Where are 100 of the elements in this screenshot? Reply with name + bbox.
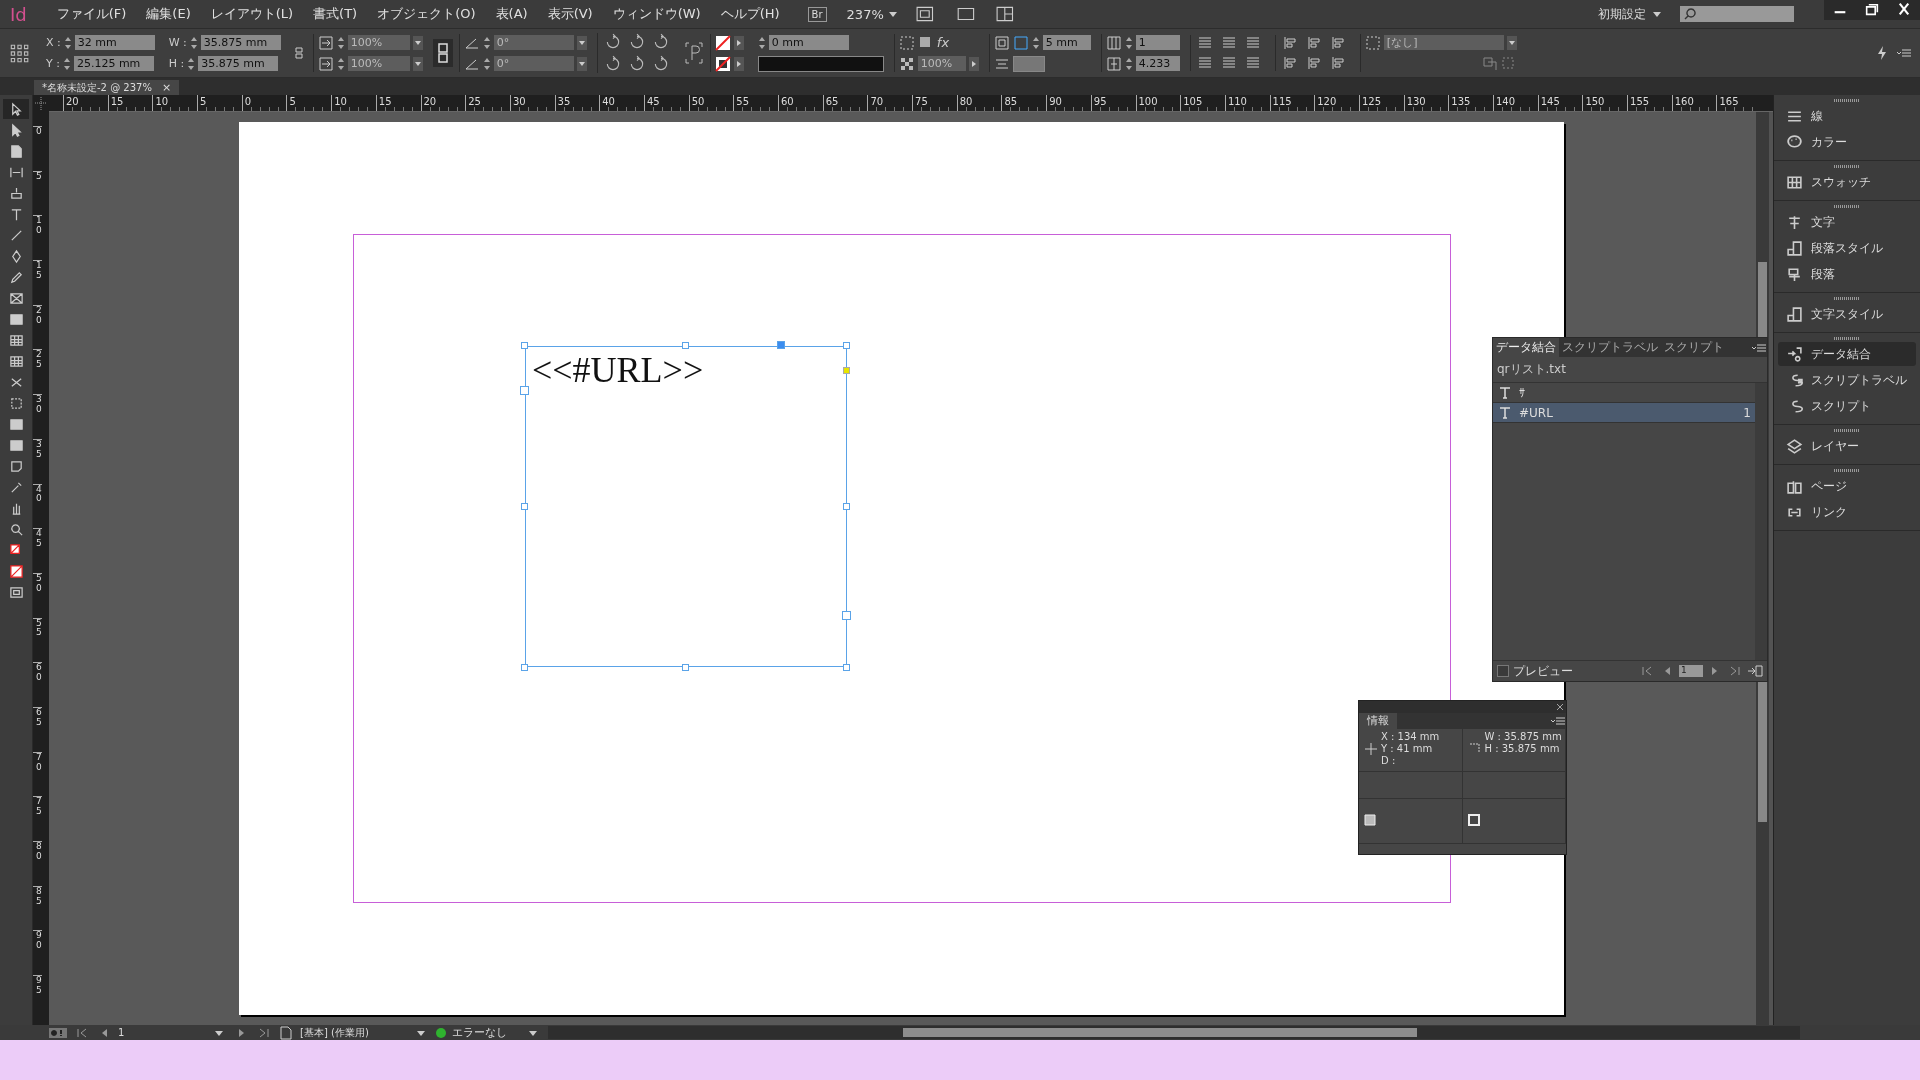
object-align-icon[interactable] — [1329, 55, 1346, 71]
position-field[interactable]: 25.125 mm — [73, 56, 154, 71]
preflight-dropdown[interactable]: エラーなし — [452, 1025, 522, 1040]
object-align-icon[interactable] — [1281, 35, 1298, 51]
object-align-icon[interactable] — [1281, 55, 1298, 71]
text-align-icon[interactable] — [1196, 35, 1213, 51]
panel-tab[interactable]: データ結合 — [1493, 338, 1559, 357]
menu-item[interactable]: レイアウト(L) — [200, 5, 304, 23]
no-fill-swatch-icon[interactable] — [714, 34, 731, 51]
grip-icon[interactable] — [1834, 297, 1860, 300]
effects-button[interactable]: fx — [936, 35, 950, 50]
panel-button[interactable]: 文字スタイル — [1778, 302, 1916, 326]
create-merged-document-icon[interactable] — [1747, 663, 1763, 679]
document-icon[interactable] — [278, 1024, 294, 1041]
resize-handle[interactable] — [521, 664, 528, 671]
object-style-dropdown[interactable]: [なし] — [1383, 35, 1504, 50]
frame-fit-icon[interactable] — [898, 34, 915, 51]
spinner-arrows-icon[interactable] — [757, 35, 766, 50]
spinner-arrows-icon[interactable] — [189, 35, 198, 50]
panel-button[interactable]: 文字 — [1778, 210, 1916, 234]
panel-button[interactable]: 線 — [1778, 104, 1916, 128]
spinner-arrows-icon[interactable] — [63, 35, 72, 50]
spinner-arrows-icon[interactable] — [1124, 56, 1133, 71]
workspace-dropdown[interactable]: 初期設定 — [1598, 5, 1646, 23]
no-stroke-swatch-icon[interactable] — [714, 55, 731, 72]
panel-tab[interactable]: スクリプト — [1661, 338, 1727, 357]
text-frame-inset-icon[interactable] — [993, 34, 1010, 51]
scrollbar-thumb[interactable] — [903, 1028, 1417, 1037]
grip-icon[interactable] — [1834, 205, 1860, 208]
reference-point-icon[interactable] — [8, 42, 30, 64]
panel-button[interactable]: スクリプト — [1778, 394, 1916, 418]
text-align-icon[interactable] — [1196, 55, 1213, 71]
dropdown-arrow-icon[interactable] — [887, 9, 898, 19]
spinner-arrows-icon[interactable] — [482, 56, 491, 71]
resize-handle[interactable] — [521, 342, 528, 349]
spinner-arrows-icon[interactable] — [187, 56, 196, 71]
document-tab[interactable]: *名称未設定-2 @ 237% × — [34, 80, 180, 95]
panel-button[interactable]: リンク — [1778, 500, 1916, 524]
size-field[interactable]: 35.875 mm — [198, 56, 279, 71]
size-field[interactable]: 35.875 mm — [200, 35, 281, 50]
corner-shape-dropdown[interactable] — [1012, 55, 1045, 72]
page-number-field[interactable]: 1 — [118, 1027, 208, 1038]
preview-checkbox[interactable] — [1497, 665, 1509, 677]
menu-item[interactable]: ヘルプ(H) — [710, 5, 790, 23]
record-field[interactable]: 1 — [1679, 665, 1703, 677]
resize-handle[interactable] — [521, 503, 528, 510]
gutter-field[interactable]: 4.233 — [1135, 56, 1180, 71]
dropdown-arrow-icon[interactable] — [1652, 9, 1662, 19]
stroke-weight-field[interactable]: 0 mm — [768, 35, 849, 50]
spinner-arrows-icon[interactable] — [482, 35, 491, 50]
position-field[interactable]: 32 mm — [74, 35, 155, 50]
menu-item[interactable]: オブジェクト(O) — [367, 5, 486, 23]
object-align-icon[interactable] — [1305, 35, 1322, 51]
object-align-icon[interactable] — [1305, 55, 1322, 71]
clear-overrides-icon[interactable] — [1481, 55, 1498, 72]
in-port[interactable] — [520, 386, 529, 395]
menu-item[interactable]: 表(A) — [485, 5, 538, 23]
grip-icon[interactable] — [1834, 99, 1860, 102]
zoom-dropdown[interactable]: 237% — [846, 6, 884, 22]
frame-handle[interactable] — [777, 341, 785, 349]
search-field[interactable] — [1680, 6, 1794, 22]
panel-button[interactable]: 段落 — [1778, 262, 1916, 286]
object-align-icon[interactable] — [1329, 35, 1346, 51]
bracket-p-icon[interactable] — [683, 41, 704, 65]
text-align-icon[interactable] — [1244, 35, 1261, 51]
text-align-icon[interactable] — [1220, 55, 1237, 71]
tool-button[interactable] — [3, 99, 29, 119]
panel-button[interactable]: データ結合 — [1778, 342, 1916, 366]
spinner-arrows-icon[interactable] — [62, 56, 71, 71]
spinner-arrows-icon[interactable] — [336, 56, 345, 71]
panel-tab[interactable]: 情報 — [1359, 713, 1397, 729]
profile-dropdown[interactable]: [基本] (作業用) — [300, 1025, 410, 1040]
stroke-type-dropdown[interactable] — [757, 55, 884, 72]
panel-button[interactable]: スクリプトラベル — [1778, 368, 1916, 392]
grip-icon[interactable] — [1834, 165, 1860, 168]
panel-button[interactable]: カラー — [1778, 130, 1916, 154]
text-frame[interactable]: <<#URL>> — [525, 346, 847, 667]
menu-item[interactable]: 表示(V) — [537, 5, 603, 23]
resize-handle[interactable] — [682, 342, 689, 349]
grip-icon[interactable] — [1834, 429, 1860, 432]
offset-field[interactable]: 5 mm — [1042, 35, 1091, 50]
menu-item[interactable]: ウィンドウ(W) — [602, 5, 711, 23]
panel-tab[interactable]: スクリプトラベル — [1559, 338, 1661, 357]
grip-icon[interactable] — [1834, 337, 1860, 340]
spinner-arrows-icon[interactable] — [1031, 35, 1040, 50]
spinner-arrows-icon[interactable] — [336, 35, 345, 50]
columns-field[interactable]: 1 — [1135, 35, 1180, 50]
corner-option-handle[interactable] — [843, 367, 850, 374]
text-align-icon[interactable] — [1244, 55, 1261, 71]
panel-button[interactable]: スウォッチ — [1778, 170, 1916, 194]
bridge-button[interactable]: Br — [807, 6, 827, 22]
spinner-arrows-icon[interactable] — [1124, 35, 1133, 50]
resize-handle[interactable] — [843, 503, 850, 510]
text-align-icon[interactable] — [1220, 35, 1237, 51]
resize-handle[interactable] — [682, 664, 689, 671]
grip-icon[interactable] — [1834, 469, 1860, 472]
menu-item[interactable]: 書式(T) — [303, 5, 368, 23]
close-tab-button[interactable]: × — [161, 81, 172, 94]
menu-item[interactable]: ファイル(F) — [46, 5, 137, 23]
menu-item[interactable]: 編集(E) — [136, 5, 201, 23]
